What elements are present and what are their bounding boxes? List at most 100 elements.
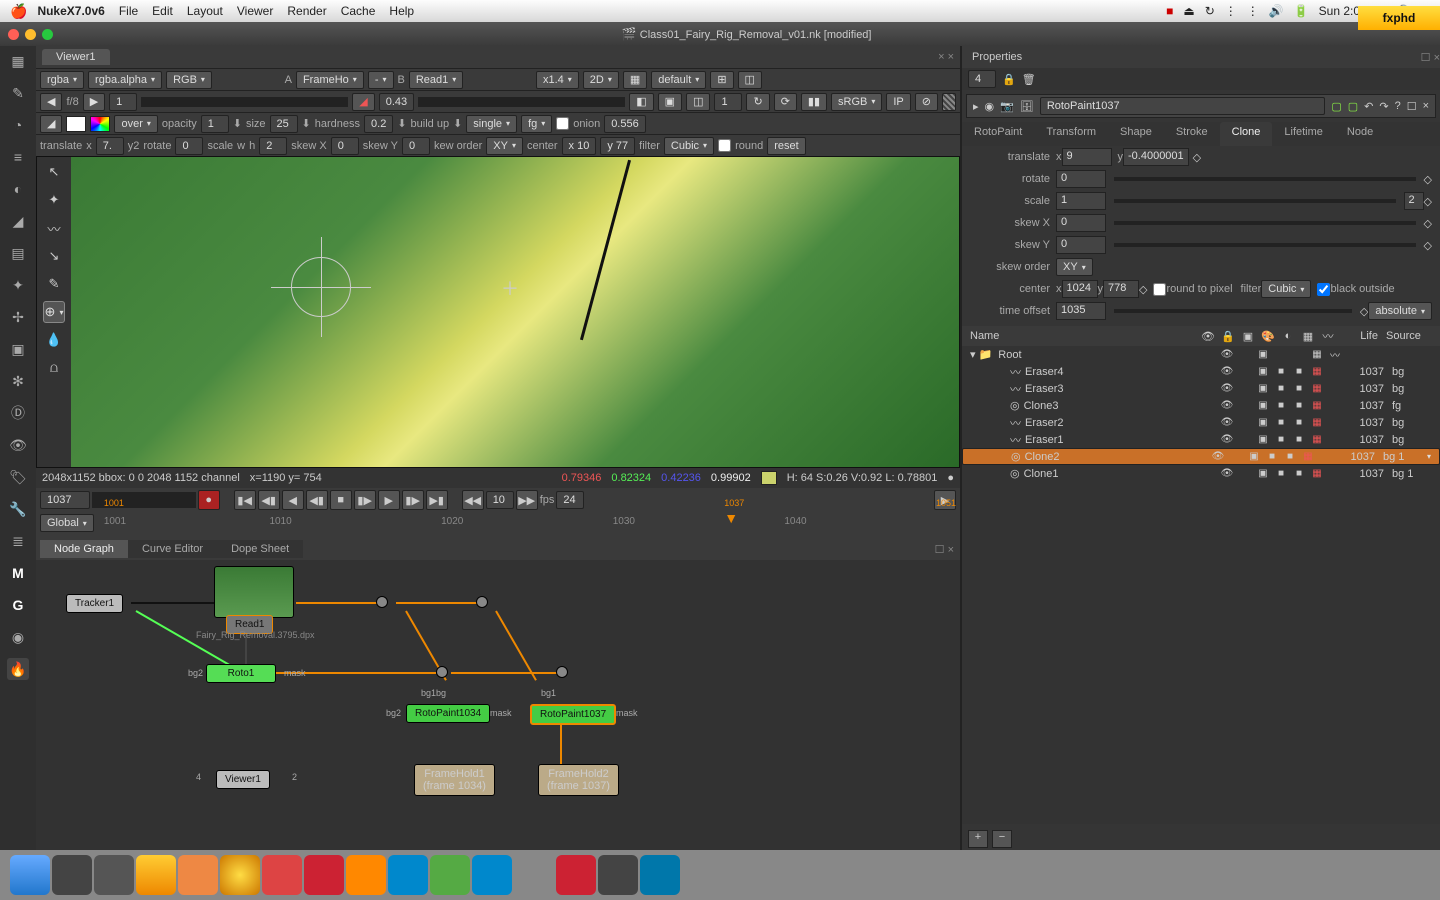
eraser-tool-icon[interactable]: ✎ [43, 273, 65, 295]
preview-icon[interactable] [514, 855, 554, 895]
finder-icon[interactable] [10, 855, 50, 895]
mail-icon[interactable] [556, 855, 596, 895]
col-blend-icon[interactable]: ▦ [1298, 330, 1318, 343]
brush-tool-icon[interactable]: ↘ [43, 245, 65, 267]
stroke-row[interactable]: 〰Eraser4👁▣■■▦1037bg [962, 363, 1440, 380]
battery-icon[interactable]: 🔋 [1294, 4, 1309, 18]
fstop-icon[interactable]: ◀ [40, 93, 62, 111]
mocha-icon[interactable] [262, 855, 302, 895]
merge-shelf-icon[interactable]: ✦ [7, 274, 29, 296]
scale-field[interactable]: 2 [259, 137, 287, 155]
dot-node[interactable] [436, 666, 448, 678]
stroke-row[interactable]: 〰Eraser2👁▣■■▦1037bg [962, 414, 1440, 431]
node-roto[interactable]: Roto1 [206, 664, 276, 683]
scale-field[interactable]: 1 [1056, 192, 1106, 210]
fg-swatch[interactable] [66, 116, 86, 132]
clip-icon[interactable]: ▦ [623, 71, 647, 89]
skip-fwd-button[interactable]: ▶▶ [516, 490, 538, 510]
crop-icon[interactable]: ▣ [658, 93, 682, 111]
node-name-field[interactable]: RotoPaint1037 [1040, 97, 1326, 115]
scale2-field[interactable]: 2 [1404, 192, 1424, 210]
gizmo-icon[interactable]: ◉ [7, 626, 29, 648]
color-shelf-icon[interactable]: ◐ [7, 178, 29, 200]
anim-icon[interactable]: ◇ [1193, 151, 1201, 164]
ko-selector[interactable]: XY [486, 137, 523, 155]
add-layer-button[interactable]: + [968, 830, 988, 848]
node-db-icon[interactable]: 🗄 [1020, 100, 1034, 113]
overlay-icon[interactable]: ◫ [686, 93, 710, 111]
anim-icon[interactable]: ◇ [1360, 305, 1368, 318]
last-frame-button[interactable]: ▶▮ [426, 490, 448, 510]
node-framehold2[interactable]: FrameHold2(frame 1037) [538, 764, 619, 796]
stroke-row[interactable]: ◎Clone3👁▣■■▦1037fg [962, 397, 1440, 414]
ae-icon[interactable] [304, 855, 344, 895]
remove-layer-button[interactable]: − [992, 830, 1012, 848]
alpha-selector[interactable]: rgba.alpha [88, 71, 162, 89]
color1-icon[interactable]: ▢ [1331, 100, 1341, 113]
stroke-row[interactable]: 〰Eraser1👁▣■■▦1037bg [962, 431, 1440, 448]
viewer-canvas[interactable]: ＋ [71, 157, 959, 467]
node-framehold1[interactable]: FrameHold1(frame 1034) [414, 764, 495, 796]
dim-selector[interactable]: 2D [583, 71, 619, 89]
node-indicator-icon[interactable]: ◉ [985, 100, 995, 113]
center-y-field[interactable]: 778 [1103, 280, 1139, 298]
gain-field[interactable]: 1 [109, 93, 137, 111]
dodge-tool-icon[interactable]: ⩍ [43, 357, 65, 379]
roi-icon[interactable]: ⊞ [710, 71, 733, 89]
pause-icon[interactable]: ▮▮ [801, 93, 827, 111]
skewy-slider[interactable] [1114, 243, 1416, 247]
cen-x-field[interactable]: x 10 [562, 137, 597, 155]
gain-ruler[interactable] [141, 97, 348, 107]
3d-shelf-icon[interactable]: ▣ [7, 338, 29, 360]
g-icon[interactable]: G [7, 594, 29, 616]
gamma-field[interactable]: 0.43 [379, 93, 414, 111]
ps-icon[interactable] [388, 855, 428, 895]
channel-shelf-icon[interactable]: ≡ [7, 146, 29, 168]
skip-back-button[interactable]: ◀◀ [462, 490, 484, 510]
col-source[interactable]: Source [1386, 330, 1432, 342]
black-outside-check[interactable] [1317, 283, 1330, 296]
node-tracker[interactable]: Tracker1 [66, 594, 123, 613]
node-rotopaint2[interactable]: RotoPaint1037 [530, 704, 616, 725]
rgb-selector[interactable]: RGB [166, 71, 212, 89]
rotate-field[interactable]: 0 [1056, 170, 1106, 188]
proxy-icon[interactable]: ◫ [738, 71, 762, 89]
refresh-icon[interactable]: ↻ [746, 93, 769, 111]
menu-layout[interactable]: Layout [187, 4, 223, 18]
rot-field[interactable]: 0 [175, 137, 203, 155]
menu-edit[interactable]: Edit [152, 4, 173, 18]
tab-node-graph[interactable]: Node Graph [40, 540, 128, 558]
fstop-next-icon[interactable]: ▶ [83, 93, 105, 111]
a-dash-selector[interactable]: - [368, 71, 394, 89]
absolute-selector[interactable]: absolute [1368, 302, 1432, 320]
skx-field[interactable]: 0 [331, 137, 359, 155]
point-tool-icon[interactable]: ✦ [43, 189, 65, 211]
translate-y-field[interactable]: -0.4000001 [1123, 148, 1189, 166]
sky-field[interactable]: 0 [402, 137, 430, 155]
col-life[interactable]: Life [1338, 330, 1378, 342]
window-min-icon[interactable] [25, 29, 36, 40]
volume-icon[interactable]: 🔊 [1269, 4, 1284, 18]
ai-icon[interactable] [346, 855, 386, 895]
opacity-field[interactable]: 1 [201, 115, 229, 133]
onion-field[interactable]: 0.556 [604, 115, 646, 133]
camera-icon[interactable]: 📷 [1000, 100, 1014, 113]
tab-dope-sheet[interactable]: Dope Sheet [217, 540, 303, 558]
menu-cache[interactable]: Cache [341, 4, 376, 18]
gamma-icon[interactable]: ◢ [352, 93, 374, 111]
redo-icon[interactable]: ↷ [1379, 100, 1388, 113]
anim-icon[interactable]: ◇ [1424, 217, 1432, 230]
ip-button[interactable]: IP [886, 93, 910, 111]
node-viewer[interactable]: Viewer1 [216, 770, 270, 789]
play-back-button[interactable]: ◀ [282, 490, 304, 510]
apple-menu-icon[interactable]: 🍎 [10, 3, 27, 20]
filter-shelf-icon[interactable]: ◢ [7, 210, 29, 232]
launchpad-icon[interactable] [52, 855, 92, 895]
node-graph[interactable]: Tracker1 Read1 Fairy_Rig_Removal.3795.dp… [36, 560, 960, 850]
fg-selector[interactable]: fg [521, 115, 552, 133]
bluetooth-icon[interactable]: ⋮ [1225, 4, 1237, 18]
float-icon[interactable]: ☐ [1407, 100, 1417, 113]
skewx-field[interactable]: 0 [1056, 214, 1106, 232]
draw-shelf-icon[interactable]: ✎ [7, 82, 29, 104]
tab-shape[interactable]: Shape [1108, 122, 1164, 146]
